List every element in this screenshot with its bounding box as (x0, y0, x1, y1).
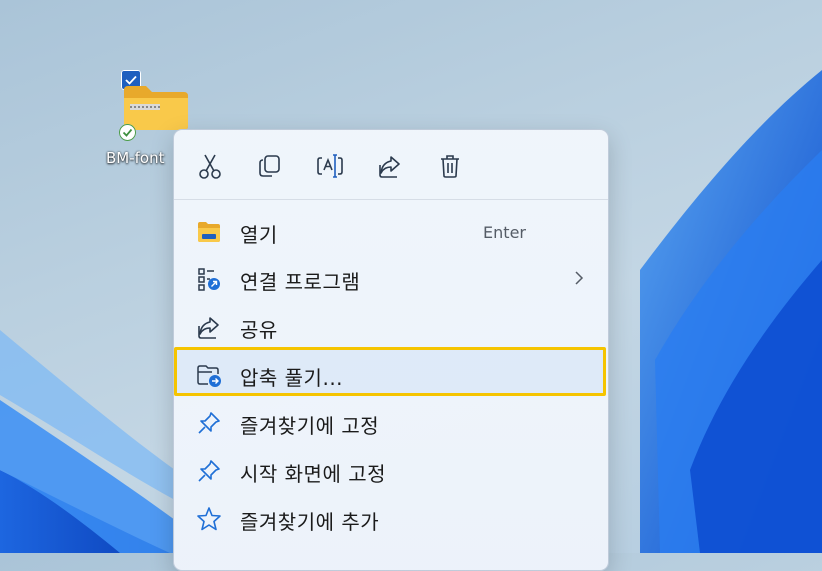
scissors-icon (199, 154, 221, 179)
desktop-icon-label: BM-font (106, 149, 165, 167)
menu-item-label: 즐겨찾기에 추가 (240, 510, 380, 534)
copy-icon (259, 155, 280, 177)
menu-item-label: 압축 풀기... (240, 366, 344, 390)
pin-icon (198, 460, 220, 482)
menu-item-add-favorites[interactable]: 즐겨찾기에 추가 (174, 494, 608, 542)
context-menu-toolbar (174, 130, 608, 200)
chevron-right-icon (575, 271, 584, 285)
open-with-icon (198, 268, 220, 291)
sync-status-icon (119, 124, 136, 141)
menu-item-label: 연결 프로그램 (240, 270, 361, 294)
star-icon (197, 507, 221, 531)
rename-button[interactable] (314, 150, 346, 182)
share-icon (379, 156, 400, 178)
menu-item-label: 공유 (240, 318, 278, 342)
menu-item-extract[interactable]: 압축 풀기... (174, 350, 608, 398)
rename-icon (317, 154, 343, 178)
share-icon (198, 317, 219, 339)
menu-item-share[interactable]: 공유 (174, 302, 608, 350)
pin-icon (198, 412, 220, 434)
shortcut-label: Enter (483, 223, 526, 242)
menu-item-label: 시작 화면에 고정 (240, 462, 387, 486)
delete-button[interactable] (434, 150, 466, 182)
menu-item-label: 즐겨찾기에 고정 (240, 414, 380, 438)
folder-icon (198, 222, 220, 242)
share-toolbar-button[interactable] (374, 150, 406, 182)
menu-item-pin-favorites[interactable]: 즐겨찾기에 고정 (174, 398, 608, 446)
context-menu: 열기 Enter 연결 프로그램 공유 압축 풀기... 즐겨찾기에 고정 시작… (173, 129, 609, 571)
copy-button[interactable] (254, 150, 286, 182)
menu-item-open-with[interactable]: 연결 프로그램 (174, 254, 608, 302)
cut-button[interactable] (194, 150, 226, 182)
extract-folder-icon (197, 365, 221, 387)
trash-icon (441, 155, 459, 178)
menu-divider (174, 199, 608, 200)
menu-item-label: 열기 (240, 223, 278, 247)
menu-item-open[interactable]: 열기 Enter (174, 207, 608, 255)
menu-item-pin-start[interactable]: 시작 화면에 고정 (174, 446, 608, 494)
